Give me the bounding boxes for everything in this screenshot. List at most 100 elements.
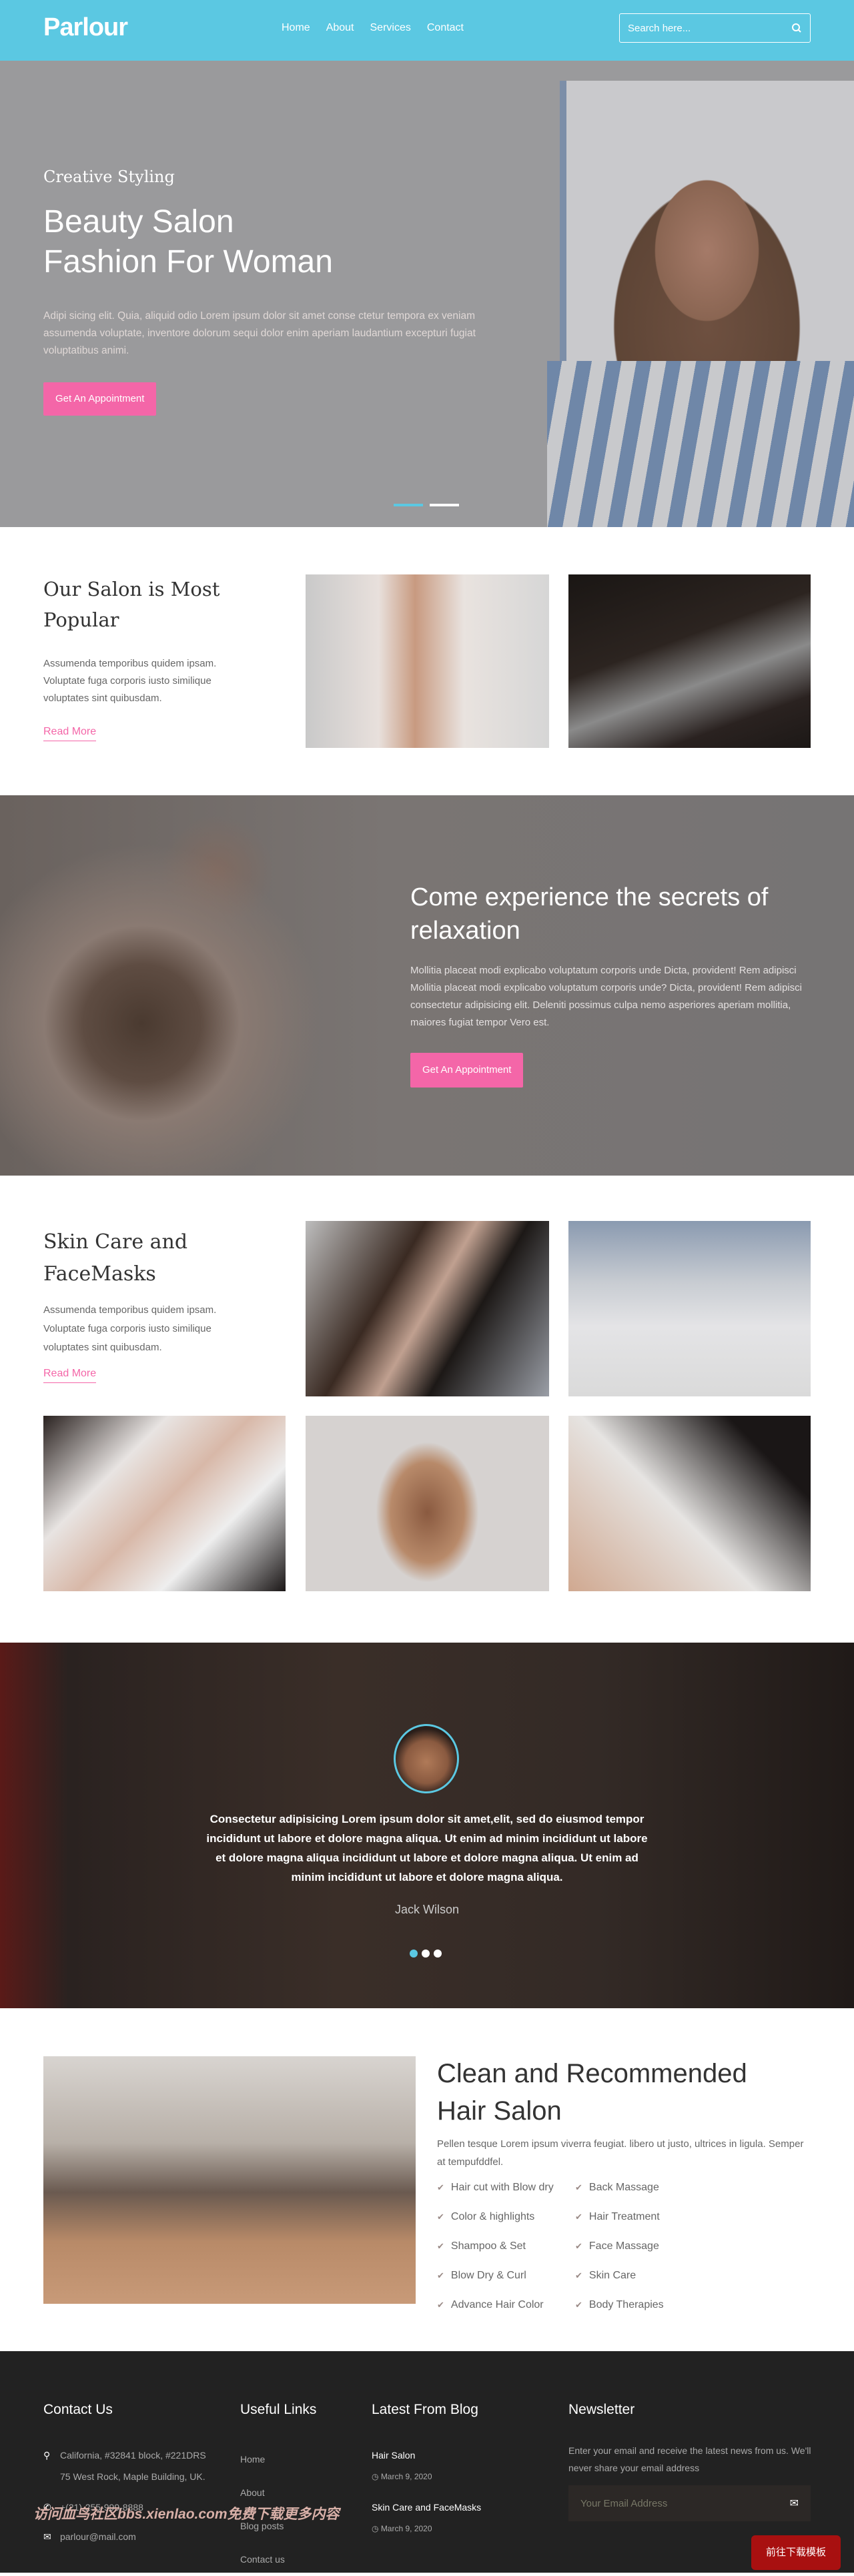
check-icon: ✔ bbox=[437, 2212, 444, 2222]
check-icon: ✔ bbox=[575, 2241, 582, 2251]
clean-title-line2: Hair Salon bbox=[437, 2096, 562, 2126]
barber-shop-image bbox=[568, 574, 811, 748]
popular-title: Our Salon is Most Popular bbox=[43, 578, 220, 631]
list-item: ✔ Face Massage bbox=[575, 2237, 715, 2256]
skincare-title-line1: Skin Care and bbox=[43, 1230, 188, 1254]
appointment-button[interactable]: Get An Appointment bbox=[43, 382, 157, 416]
footer-link-contact[interactable]: Contact us bbox=[240, 2543, 285, 2576]
slider-dot[interactable] bbox=[430, 504, 459, 506]
manicure-image bbox=[568, 1416, 811, 1591]
search-box bbox=[619, 13, 811, 43]
download-template-button[interactable]: 前往下载模板 bbox=[751, 2535, 841, 2570]
newsletter-email-input[interactable] bbox=[580, 2497, 790, 2509]
appointment-button[interactable]: Get An Appointment bbox=[410, 1053, 524, 1088]
list-item: ✔ Hair cut with Blow dry bbox=[437, 2178, 575, 2197]
footer-contact-title: Contact Us bbox=[43, 2402, 113, 2417]
list-item: ✔ Color & highlights bbox=[437, 2208, 575, 2226]
list-item: ✔ Advance Hair Color bbox=[437, 2296, 575, 2314]
spa-image bbox=[0, 795, 374, 1176]
service-label: Body Therapies bbox=[588, 2299, 664, 2310]
hero-title: Beauty Salon Fashion For Woman bbox=[43, 202, 333, 282]
clean-title-line1: Clean and Recommended bbox=[437, 2059, 747, 2088]
clean-text: Pellen tesque Lorem ipsum viverra feugia… bbox=[437, 2138, 804, 2168]
list-item: ✔ Back Massage bbox=[575, 2178, 715, 2197]
read-more-link[interactable]: Read More bbox=[43, 726, 97, 741]
list-item: ✔ Body Therapies bbox=[575, 2296, 715, 2314]
nav-contact[interactable]: Contact bbox=[427, 22, 464, 34]
watermark-text: 访问血鸟社区bbs.xienlao.com免费下载更多内容 bbox=[33, 2507, 340, 2522]
read-more-link[interactable]: Read More bbox=[43, 1368, 97, 1383]
nav-home[interactable]: Home bbox=[282, 22, 310, 34]
service-label: Face Massage bbox=[588, 2240, 659, 2252]
towel-woman-image bbox=[306, 574, 549, 748]
footer-link-home[interactable]: Home bbox=[240, 2443, 285, 2476]
blog-post-title[interactable]: Hair Salon bbox=[372, 2445, 481, 2466]
footer: Contact Us ⚲ California, #32841 block, #2… bbox=[0, 2351, 854, 2573]
services-list: ✔ Hair cut with Blow dry ✔ Back Massage ✔ C… bbox=[437, 2178, 715, 2314]
relaxation-section: Come experience the secrets of relaxatio… bbox=[0, 795, 854, 1176]
service-label: Hair cut with Blow dry bbox=[450, 2182, 554, 2193]
testimonial-dots bbox=[410, 1950, 442, 1958]
map-marker-icon: ⚲ bbox=[43, 2450, 51, 2461]
list-item: ✔ Shampoo & Set bbox=[437, 2237, 575, 2256]
check-icon: ✔ bbox=[437, 2300, 444, 2310]
check-icon: ✔ bbox=[437, 2241, 444, 2251]
clean-title: Clean and Recommended Hair Salon bbox=[437, 2055, 747, 2130]
slider-dot[interactable] bbox=[422, 1950, 430, 1958]
nav-services[interactable]: Services bbox=[370, 22, 411, 34]
blog-post-date: March 9, 2020 bbox=[380, 2472, 432, 2481]
blog-post-date: March 9, 2020 bbox=[380, 2524, 432, 2533]
testimonial-name: Jack Wilson bbox=[394, 1903, 460, 1916]
top-navbar: Parlour Home About Services Contact bbox=[0, 0, 854, 61]
check-icon: ✔ bbox=[575, 2270, 582, 2280]
check-icon: ✔ bbox=[575, 2182, 582, 2192]
popular-text: Assumenda temporibus quidem ipsam. Volup… bbox=[43, 658, 217, 704]
clock-icon: ◷ bbox=[372, 2472, 381, 2481]
service-label: Skin Care bbox=[588, 2270, 636, 2281]
service-label: Hair Treatment bbox=[588, 2211, 660, 2222]
nav-links: Home About Services Contact bbox=[282, 22, 464, 34]
avatar bbox=[394, 1724, 459, 1793]
check-icon: ✔ bbox=[575, 2212, 582, 2222]
nav-about[interactable]: About bbox=[326, 22, 354, 34]
service-label: Back Massage bbox=[588, 2182, 659, 2193]
slider-dot[interactable] bbox=[434, 1950, 442, 1958]
skincare-text: Assumenda temporibus quidem ipsam. Volup… bbox=[43, 1304, 217, 1353]
service-label: Advance Hair Color bbox=[450, 2299, 544, 2310]
hero-slider: Creative Styling Beauty Salon Fashion For… bbox=[0, 61, 854, 527]
check-icon: ✔ bbox=[437, 2270, 444, 2280]
salon-interior-image bbox=[43, 2056, 416, 2304]
curls-image bbox=[306, 1416, 549, 1591]
skincare-title: Skin Care and FaceMasks bbox=[43, 1226, 187, 1290]
footer-links-title: Useful Links bbox=[240, 2402, 317, 2417]
list-item: ✔ Skin Care bbox=[575, 2266, 715, 2285]
send-envelope-icon[interactable]: ✉ bbox=[790, 2497, 799, 2510]
footer-blog-title: Latest From Blog bbox=[372, 2402, 478, 2417]
testimonial-quote: Consectetur adipisicing Lorem ipsum dolo… bbox=[206, 1813, 648, 1883]
logo[interactable]: Parlour bbox=[43, 13, 128, 42]
email-link[interactable]: parlour@mail.com bbox=[60, 2526, 136, 2547]
slider-dots bbox=[394, 504, 459, 506]
address: California, #32841 block, #221DRS 75 Wes… bbox=[60, 2450, 206, 2482]
footer-newsletter-title: Newsletter bbox=[568, 2402, 635, 2417]
check-icon: ✔ bbox=[437, 2182, 444, 2192]
blog-post-title[interactable]: Skin Care and FaceMasks bbox=[372, 2497, 481, 2518]
testimonial-section: Consectetur adipisicing Lorem ipsum dolo… bbox=[0, 1643, 854, 2008]
hero-kicker: Creative Styling bbox=[43, 167, 175, 186]
slider-dot[interactable] bbox=[394, 504, 423, 506]
check-icon: ✔ bbox=[575, 2300, 582, 2310]
skincare-title-line2: FaceMasks bbox=[43, 1262, 156, 1286]
hero-title-line2: Fashion For Woman bbox=[43, 244, 333, 280]
list-item: ✔ Blow Dry & Curl bbox=[437, 2266, 575, 2285]
slider-dot[interactable] bbox=[410, 1950, 418, 1958]
relaxation-title: Come experience the secrets of relaxatio… bbox=[410, 883, 769, 945]
nails-image bbox=[43, 1416, 286, 1591]
search-input[interactable] bbox=[628, 22, 791, 34]
hero-text: Adipi sicing elit. Quia, aliquid odio Lo… bbox=[43, 310, 476, 356]
service-label: Blow Dry & Curl bbox=[450, 2270, 526, 2281]
search-icon[interactable] bbox=[791, 23, 802, 33]
blog-posts: Hair Salon ◷ March 9, 2020 Skin Care and… bbox=[372, 2445, 481, 2539]
relaxation-text: Mollitia placeat modi explicabo voluptat… bbox=[410, 965, 802, 1028]
hero-woman-image bbox=[527, 81, 854, 527]
products-image bbox=[568, 1221, 811, 1396]
